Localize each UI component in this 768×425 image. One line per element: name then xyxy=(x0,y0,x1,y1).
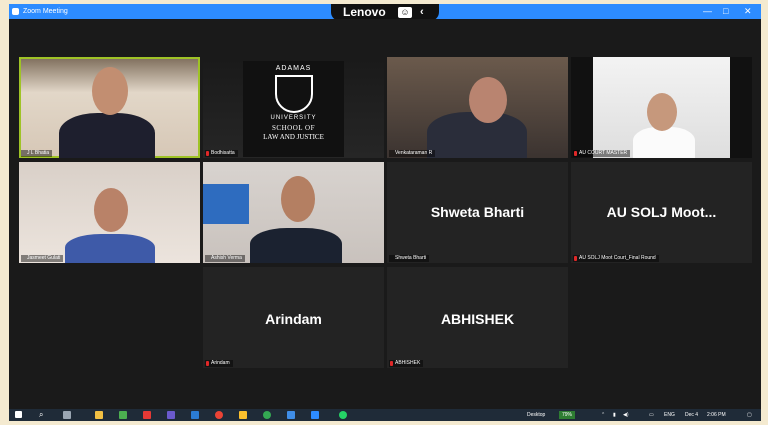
participant-head xyxy=(92,67,128,115)
sticky-notes-icon[interactable] xyxy=(239,411,247,419)
youtube-icon[interactable] xyxy=(143,411,151,419)
laptop-screen: Zoom Meeting — □ ✕ Lenovo ☺ ‹ J L Bhatia… xyxy=(9,4,761,421)
participant-display-name: AU SOLJ Moot... xyxy=(606,204,717,220)
app-icon[interactable] xyxy=(119,411,127,419)
whatsapp-icon[interactable] xyxy=(339,411,347,419)
participant-tile[interactable]: ABHISHEK ABHISHEK xyxy=(387,267,568,368)
participant-caption: AU COURT MASTER xyxy=(573,150,631,157)
battery-indicator[interactable]: 79% xyxy=(559,411,576,419)
participant-caption: ABHISHEK xyxy=(389,360,424,367)
minimize-icon[interactable]: — xyxy=(703,4,712,19)
mic-muted-icon xyxy=(390,361,393,366)
close-icon[interactable]: ✕ xyxy=(744,4,752,19)
taskbar-date[interactable]: Dec 4 xyxy=(685,410,698,420)
participant-tile[interactable]: Jasmeet Gulati xyxy=(19,162,200,263)
participant-tile[interactable]: Arindam Arindam xyxy=(203,267,384,368)
taskbar-time[interactable]: 2:06 PM xyxy=(707,410,726,420)
window-title: Zoom Meeting xyxy=(23,8,68,15)
maximize-icon[interactable]: □ xyxy=(723,4,728,19)
volume-icon[interactable]: ◀) xyxy=(623,410,629,420)
chrome-icon[interactable] xyxy=(215,411,223,419)
zoom-taskbar-icon[interactable] xyxy=(311,411,319,419)
photo-frame: Zoom Meeting — □ ✕ Lenovo ☺ ‹ J L Bhatia… xyxy=(0,0,768,425)
participant-tile[interactable]: AU SOLJ Moot... AU SOLJ Moot Court_Final… xyxy=(571,162,752,263)
lenovo-brand: Lenovo xyxy=(343,5,386,19)
network-icon[interactable]: ▮ xyxy=(613,410,616,420)
participant-caption: Shweta Bharti xyxy=(389,255,430,262)
file-explorer-icon[interactable] xyxy=(95,411,103,419)
shield-icon xyxy=(274,75,313,113)
participant-caption: Jasmeet Gulati xyxy=(21,255,64,262)
person-icon[interactable]: ☺ xyxy=(398,7,412,18)
participant-head xyxy=(469,77,507,123)
task-view-icon[interactable] xyxy=(63,411,71,419)
language-indicator[interactable]: ENG xyxy=(664,410,675,420)
participant-tile[interactable]: Venkataraman R xyxy=(387,57,568,158)
participant-caption: Venkataraman R xyxy=(389,150,436,157)
participant-display-name: ABHISHEK xyxy=(440,311,515,327)
participant-head xyxy=(281,176,315,222)
participant-head xyxy=(647,93,677,131)
participant-tile[interactable]: AU COURT MASTER xyxy=(571,57,752,158)
participant-tile[interactable]: J L Bhatia xyxy=(19,57,200,158)
participant-tile[interactable]: Shweta Bharti Shweta Bharti xyxy=(387,162,568,263)
teams-icon[interactable] xyxy=(167,411,175,419)
participant-body xyxy=(250,228,342,263)
participant-display-name: Shweta Bharti xyxy=(430,204,525,220)
chevron-up-icon[interactable]: ⌃ xyxy=(601,410,605,420)
app-icon[interactable] xyxy=(263,411,271,419)
app-icon[interactable] xyxy=(287,411,295,419)
participant-caption: Bodhisatta xyxy=(205,150,238,157)
participant-body xyxy=(59,113,155,158)
participant-tile[interactable]: ADAMAS UNIVERSITY SCHOOL OF LAW AND JUST… xyxy=(203,57,384,158)
desktop-toolbar-label[interactable]: Desktop xyxy=(527,410,545,420)
participant-body xyxy=(633,127,695,158)
search-icon[interactable]: ⌕ xyxy=(39,410,43,420)
participant-display-name: Arindam xyxy=(265,311,322,327)
participant-head xyxy=(94,188,128,232)
mic-muted-icon xyxy=(206,361,209,366)
participant-tile[interactable]: Ashish Verma xyxy=(203,162,384,263)
keyboard-icon[interactable]: ▭ xyxy=(649,410,654,420)
gallery-view: J L Bhatia ADAMAS UNIVERSITY SCHOOL OF L… xyxy=(9,19,761,409)
zoom-app-icon xyxy=(12,8,19,15)
participant-caption: AU SOLJ Moot Court_Final Round xyxy=(573,255,659,262)
word-icon[interactable] xyxy=(191,411,199,419)
windows-start-icon[interactable] xyxy=(15,411,22,418)
participant-caption: Arindam xyxy=(205,360,233,367)
mic-muted-icon xyxy=(574,256,577,261)
windows-taskbar: ⌕ Desktop 79% ⌃ ▮ ◀) ▭ ENG Dec 4 2:06 PM… xyxy=(9,409,761,421)
university-logo: ADAMAS UNIVERSITY SCHOOL OF LAW AND JUST… xyxy=(243,61,344,157)
mic-muted-icon xyxy=(574,151,577,156)
participant-caption: J L Bhatia xyxy=(21,150,53,157)
participant-caption: Ashish Verma xyxy=(205,255,245,262)
mic-muted-icon xyxy=(206,151,209,156)
participant-body xyxy=(65,234,155,263)
notification-icon[interactable]: ▢ xyxy=(747,410,752,420)
